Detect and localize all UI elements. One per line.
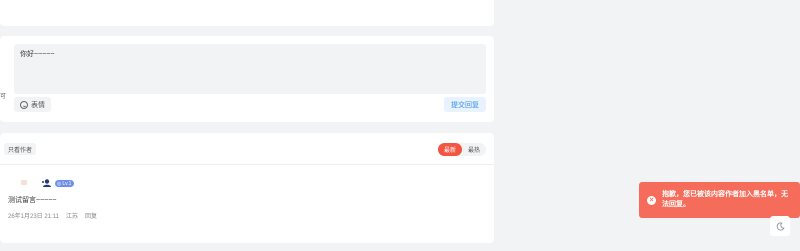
previous-section-card [0,0,494,26]
error-toast: × 抱歉，您已被该内容作者加入黑名单，无法回复。 [639,182,800,218]
truncated-text: 可 [0,94,7,100]
comment-textarea[interactable]: 你好~~~~~ [14,44,486,94]
close-icon: × [647,195,656,205]
divider [0,164,494,165]
sort-toggle: 最新 最热 [437,143,486,156]
comment-text: 测试留言~~~~~ [8,197,57,204]
level-badge-label: Lv.1 [62,180,72,187]
emoji-button-label: 表情 [31,101,45,109]
comment-meta: 26年1月23日 21:11 江苏 回复 [8,211,97,220]
toast-message: 抱歉，您已被该内容作者加入黑名单，无法回复。 [662,191,788,208]
emoji-button[interactable]: 表情 [14,97,51,112]
comment-list-card: 只看作者 最新 最热 ◎ Lv.1 测试留言~~~~~ 26年1月23日 21:… [0,133,494,243]
smiley-icon [20,100,28,109]
avatar[interactable] [21,180,27,185]
sort-hottest-option[interactable]: 最热 [462,143,486,156]
comment-date: 26年1月23日 21:11 [8,214,59,220]
theme-toggle-button[interactable] [770,216,790,236]
user-icon [42,179,51,187]
comment-location: 江苏 [65,214,78,220]
comment-composer: 你好~~~~~ 可 表情 提交回复 [0,36,494,122]
submit-reply-button[interactable]: 提交回复 [444,97,486,112]
level-badge: ◎ Lv.1 [55,180,75,187]
author-only-filter[interactable]: 只看作者 [4,143,37,155]
reply-link[interactable]: 回复 [85,211,97,220]
sort-newest-option[interactable]: 最新 [437,143,462,156]
moon-icon [776,222,785,230]
badge-icon: ◎ [57,180,62,187]
